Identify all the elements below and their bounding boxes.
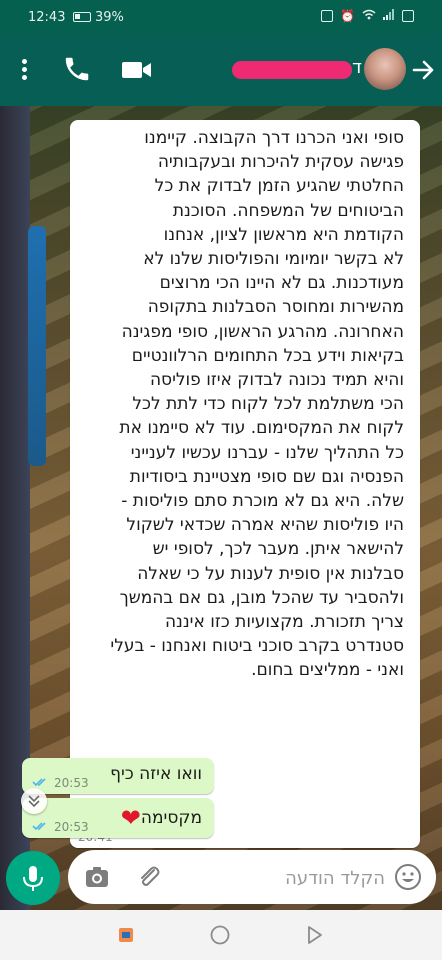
signal-icon	[383, 9, 395, 23]
redaction-mark	[232, 61, 352, 79]
menu-dots-icon[interactable]	[22, 59, 28, 81]
home-icon[interactable]	[209, 924, 231, 946]
status-bar: 12:43 39% ⏰	[0, 0, 442, 34]
back-arrow-icon[interactable]	[410, 58, 436, 82]
camera-icon[interactable]	[84, 865, 110, 889]
status-time: 12:43	[28, 10, 66, 25]
message-time: 20:53	[54, 776, 89, 790]
heart-emoji-icon: ❤	[120, 804, 141, 832]
recent-apps-icon[interactable]	[117, 926, 135, 944]
scroll-down-button[interactable]	[21, 788, 47, 814]
notification-icon	[402, 10, 414, 22]
nav-back-icon[interactable]	[303, 924, 325, 946]
avatar[interactable]	[364, 48, 406, 90]
message-text: סופי ואני הכרנו דרך הקבוצה. קיימנו פגישה…	[110, 128, 404, 681]
chat-header: דג ב הדבה	[0, 34, 442, 106]
chat-area[interactable]: סופי ואני הכרנו דרך הקבוצה. קיימנו פגישה…	[0, 106, 442, 910]
message-input[interactable]	[178, 862, 387, 894]
wifi-icon	[362, 9, 376, 23]
message-composer	[68, 850, 436, 904]
facebook-icon	[321, 10, 334, 22]
mic-button[interactable]	[6, 851, 60, 905]
phone-icon[interactable]	[62, 54, 92, 84]
read-ticks-icon	[32, 822, 46, 831]
status-icons: ⏰	[321, 9, 414, 23]
wallpaper-figure	[28, 226, 46, 466]
message-text: מקסימה	[140, 808, 202, 828]
attach-icon[interactable]	[134, 862, 164, 892]
alarm-icon: ⏰	[340, 9, 355, 23]
mic-icon	[23, 866, 43, 891]
message-text: וואו איזה כיף	[110, 764, 202, 784]
message-text-wrap: מקסימה❤	[115, 804, 202, 832]
battery-icon	[73, 12, 91, 22]
message-time: 20:53	[54, 820, 89, 834]
incoming-message[interactable]: סופי ואני הכרנו דרך הקבוצה. קיימנו פגישה…	[70, 120, 420, 848]
battery-level: 39%	[95, 10, 124, 25]
outgoing-message[interactable]: מקסימה❤ 20:53	[22, 798, 214, 838]
double-chevron-down-icon	[28, 795, 40, 808]
video-icon[interactable]	[120, 57, 154, 83]
outgoing-message[interactable]: וואו איזה כיף 20:53	[22, 758, 214, 794]
system-nav-bar	[0, 910, 442, 960]
read-ticks-icon	[32, 778, 46, 787]
emoji-icon[interactable]	[394, 863, 422, 891]
